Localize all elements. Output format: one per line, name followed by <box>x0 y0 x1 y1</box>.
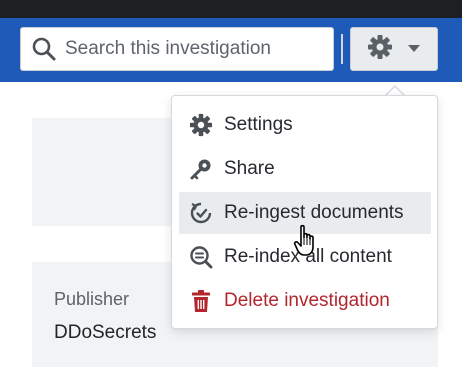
gear-icon <box>367 34 393 65</box>
menu-item-label: Delete investigation <box>224 290 390 311</box>
menu-item-label: Settings <box>224 114 293 135</box>
caret-down-icon <box>407 40 421 58</box>
search-box[interactable] <box>20 27 334 71</box>
window-top-strip <box>0 0 462 18</box>
reload-icon <box>188 200 214 226</box>
publisher-value: DDoSecrets <box>54 322 157 343</box>
search-list-icon <box>188 244 214 270</box>
settings-menu-button[interactable] <box>350 27 438 71</box>
menu-item-label: Share <box>224 158 275 179</box>
key-icon <box>188 156 214 182</box>
gear-icon <box>188 112 214 138</box>
toolbar-divider <box>341 34 343 64</box>
settings-dropdown-menu: Settings Share Re-ingest documents Re-in… <box>171 95 438 329</box>
trash-icon <box>188 288 214 314</box>
menu-item-delete[interactable]: Delete investigation <box>179 280 431 322</box>
hand-pointer-cursor-icon <box>293 224 323 258</box>
search-icon <box>31 36 57 62</box>
menu-item-share[interactable]: Share <box>179 148 431 190</box>
publisher-label: Publisher <box>54 289 130 309</box>
menu-item-settings[interactable]: Settings <box>179 104 431 146</box>
menu-item-label: Re-ingest documents <box>224 202 404 223</box>
search-input[interactable] <box>57 29 333 69</box>
